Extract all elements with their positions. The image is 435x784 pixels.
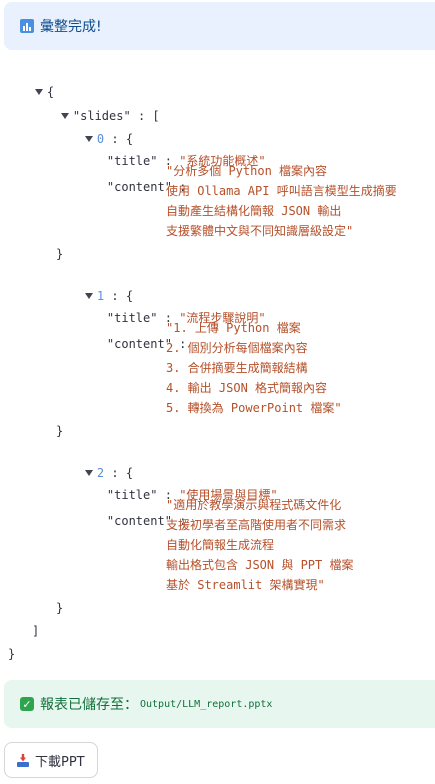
content-line: 2. 個別分析每個檔案內容 [166,341,308,355]
info-banner-text: 彙整完成! [40,19,102,35]
content-line: 使用 Ollama API 呼叫語言模型生成摘要 [166,184,397,198]
slide-1-close: } [56,424,64,438]
content-line: "適用於教學演示與程式碼文件化 [166,498,342,512]
content-line: 支援初學者至高階使用者不同需求 [166,518,347,532]
slide-0-close: } [56,247,64,261]
colon: : [137,109,146,123]
content-line: 3. 合併摘要生成簡報結構 [166,361,308,375]
content-line: 自動產生結構化簡報 JSON 輸出 [166,204,342,218]
content-line: 基於 Streamlit 架構實現" [166,578,325,592]
info-banner: 彙整完成! [4,2,435,50]
content-key: "content" [106,514,172,528]
bar-chart-icon [20,19,34,33]
success-text: 報表已儲存至： [40,697,138,713]
report-path: Output/LLM_report.pptx [140,698,273,710]
content-key: "content" [106,337,172,351]
content-line: 自動化簡報生成流程 [166,538,275,552]
slide-2-close: } [56,601,64,615]
check-icon: ✓ [20,697,34,711]
content-line: 支援繁體中文與不同知識層級設定" [166,224,354,238]
array-open-bracket: [ [152,109,160,123]
root-close-brace: } [8,647,16,661]
content-key: "content" [106,180,172,194]
content-line: "1. 上傳 Python 檔案 [166,321,301,335]
content-line: "分析多個 Python 檔案內容 [166,164,328,178]
success-banner: ✓ 報表已儲存至： Output/LLM_report.pptx [4,680,435,728]
content-line: 4. 輸出 JSON 格式簡報內容 [166,381,328,395]
download-icon [17,753,29,767]
content-line: 5. 轉換為 PowerPoint 檔案" [166,401,342,415]
array-close-bracket: ] [32,624,40,638]
download-button-label: 下載PPT [35,754,85,770]
download-ppt-button[interactable]: 下載PPT [4,742,98,778]
content-line: 輸出格式包含 JSON 與 PPT 檔案 [166,558,354,572]
